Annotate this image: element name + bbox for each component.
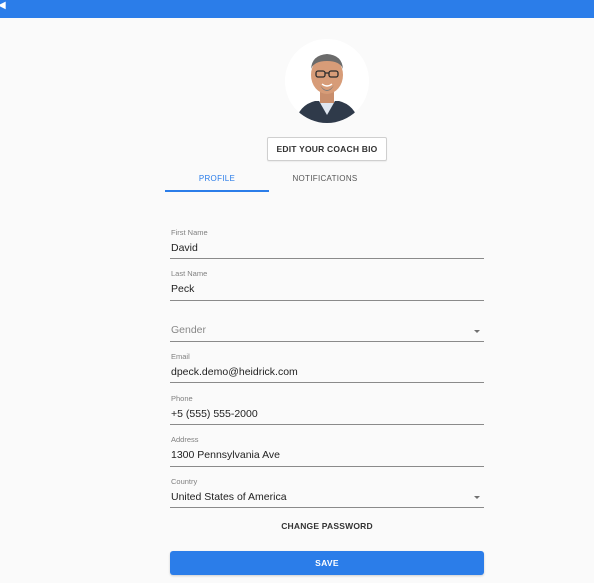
first-name-input[interactable]: David	[171, 242, 198, 254]
first-name-underline	[170, 258, 484, 259]
address-field[interactable]: Address 1300 Pennsylvania Ave	[170, 435, 484, 467]
first-name-label: First Name	[171, 228, 208, 237]
tab-notifications[interactable]: NOTIFICATIONS	[275, 166, 375, 190]
save-button[interactable]: SAVE	[170, 551, 484, 575]
user-avatar	[285, 39, 369, 123]
phone-underline	[170, 424, 484, 425]
first-name-field[interactable]: First Name David	[170, 228, 484, 260]
email-field[interactable]: Email dpeck.demo@heidrick.com	[170, 352, 484, 384]
address-input[interactable]: 1300 Pennsylvania Ave	[171, 449, 280, 461]
email-underline	[170, 382, 484, 383]
country-underline	[170, 507, 484, 508]
gender-placeholder: Gender	[171, 324, 207, 336]
last-name-input[interactable]: Peck	[171, 283, 194, 295]
tab-profile[interactable]: PROFILE	[165, 166, 269, 192]
gender-underline	[170, 341, 484, 342]
chevron-down-icon[interactable]	[474, 330, 480, 333]
country-select[interactable]: Country United States of America	[170, 477, 484, 509]
address-underline	[170, 466, 484, 467]
country-label: Country	[171, 477, 198, 486]
change-password-button[interactable]: CHANGE PASSWORD	[170, 521, 484, 531]
app-header-bar: ◀	[0, 0, 594, 18]
country-value[interactable]: United States of America	[171, 491, 287, 503]
back-icon[interactable]: ◀	[0, 0, 6, 12]
phone-input[interactable]: +5 (555) 555-2000	[171, 408, 258, 420]
last-name-label: Last Name	[171, 269, 208, 278]
phone-field[interactable]: Phone +5 (555) 555-2000	[170, 394, 484, 426]
last-name-underline	[170, 300, 484, 301]
gender-select[interactable]: Gender	[170, 324, 484, 344]
email-input[interactable]: dpeck.demo@heidrick.com	[171, 366, 298, 378]
address-label: Address	[171, 435, 199, 444]
profile-tabs: PROFILE NOTIFICATIONS	[165, 166, 375, 192]
phone-label: Phone	[171, 394, 193, 403]
user-avatar-photo	[285, 39, 369, 123]
edit-coach-bio-button[interactable]: EDIT YOUR COACH BIO	[267, 137, 387, 161]
chevron-down-icon[interactable]	[474, 496, 480, 499]
email-label: Email	[171, 352, 190, 361]
last-name-field[interactable]: Last Name Peck	[170, 269, 484, 301]
